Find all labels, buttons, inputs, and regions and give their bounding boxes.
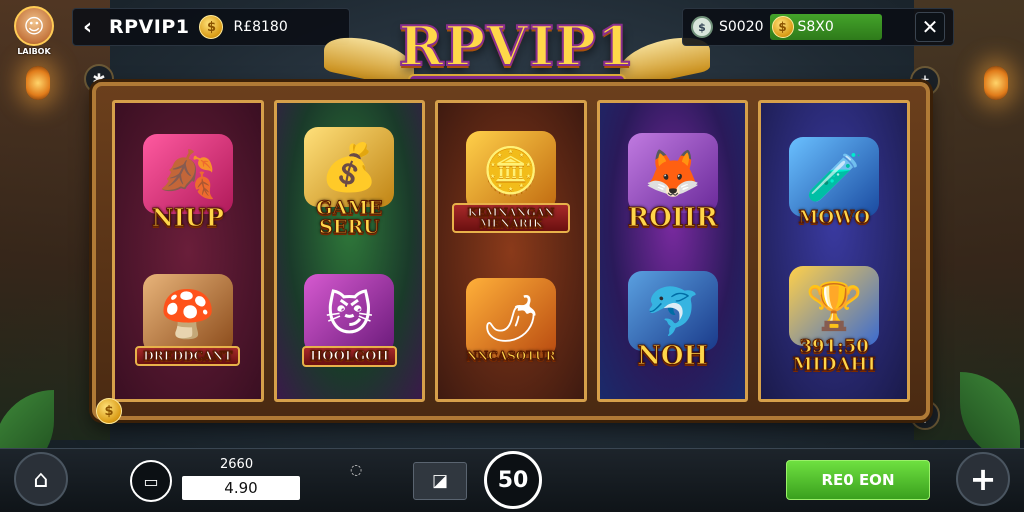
jackpot-symbol-icon: 🏆: [789, 266, 880, 346]
cash-icon: $: [691, 16, 713, 38]
player-avatar[interactable]: ☺ LAIBOK: [12, 6, 56, 62]
reel-symbol: 🍄 DREDDCANT: [129, 256, 247, 384]
leaf-symbol-icon: 🍂: [142, 134, 233, 214]
top-title-bar: ‹ RPVIP1 $ R£8180: [72, 8, 350, 46]
reel-4: 🦊 ROIIR 🐬 NOH: [596, 100, 749, 402]
bet-button[interactable]: ▭: [130, 460, 172, 502]
cash-value: S0020: [719, 19, 764, 35]
reel-symbol: 🪙 KEMNANGAN MENARIK: [451, 118, 570, 246]
symbol-label: KEMNANGAN MENARIK: [451, 203, 570, 233]
lines-button[interactable]: 50: [484, 451, 542, 509]
spin-button[interactable]: RE0 EON: [786, 460, 930, 500]
info-icon[interactable]: ◌: [350, 462, 362, 478]
lamp-right: [984, 66, 1008, 100]
coin-icon: $: [771, 16, 794, 38]
close-icon: ✕: [921, 15, 939, 39]
reel-symbol: 🍂 NIUP: [129, 118, 247, 246]
plus-icon: +: [969, 460, 997, 498]
autoplay-button[interactable]: ◪: [413, 462, 467, 500]
bet-value-field[interactable]: 4.90: [182, 476, 300, 500]
bet-icon: ▭: [143, 471, 159, 491]
coin-icon: $: [199, 15, 224, 39]
reels-grid: 🍂 NIUP 🍄 DREDDCANT 💰 GAME SERU 😼 HOOLGOH…: [112, 100, 910, 402]
chili-symbol-icon: 🌶: [465, 278, 556, 358]
reel-frame: 🍂 NIUP 🍄 DREDDCANT 💰 GAME SERU 😼 HOOLGOH…: [92, 82, 930, 420]
gold-coin-symbol-icon: 🪙: [465, 131, 556, 211]
reel-symbol: 😼 HOOLGOH: [290, 256, 408, 384]
reel-symbol: 💰 GAME SERU: [290, 118, 408, 246]
symbol-label: MOWO: [798, 207, 870, 228]
reel-symbol: 🦊 ROIIR: [614, 118, 732, 246]
home-icon: ⌂: [33, 465, 49, 493]
symbol-label: DREDDCANT: [135, 346, 241, 366]
avatar-name: LAIBOK: [17, 47, 51, 56]
frame-coin-icon: $: [96, 398, 122, 424]
reel-1: 🍂 NIUP 🍄 DREDDCANT: [112, 100, 264, 402]
lamp-left: [26, 66, 50, 100]
symbol-label: HOOLGOH: [302, 345, 397, 367]
reel-3: 🪙 KEMNANGAN MENARIK 🌶 NNCASOTUR: [435, 100, 587, 402]
chevron-left-icon[interactable]: ‹: [83, 15, 99, 40]
reel-2: 💰 GAME SERU 😼 HOOLGOH: [273, 100, 426, 402]
autoplay-icon: ◪: [431, 471, 449, 491]
top-wallet-bar: $ S0020 $ S8X0 ✕: [682, 8, 954, 46]
game-title: RPVIP1: [109, 16, 190, 38]
avatar-icon: ☺: [14, 6, 54, 46]
reel-symbol: 🏆 391:50 MIDAHI: [775, 256, 893, 384]
cat-symbol-icon: 😼: [304, 273, 395, 354]
symbol-label: NOH: [637, 341, 709, 371]
fox-symbol-icon: 🦊: [627, 133, 718, 213]
dolphin-symbol-icon: 🐬: [627, 271, 718, 351]
reel-symbol: 🌶 NNCASOTUR: [452, 256, 570, 384]
mushroom-symbol-icon: 🍄: [142, 274, 233, 354]
reel-5: 🧪 MOWO 🏆 391:50 MIDAHI: [758, 100, 910, 402]
gold-chest-symbol-icon: 💰: [304, 127, 395, 207]
logo-title: RPVIP1: [398, 13, 636, 79]
close-button[interactable]: ✕: [915, 12, 945, 42]
coin-value: S8X0: [797, 19, 834, 35]
symbol-label: ROIIR: [627, 203, 718, 233]
balance-value: R£8180: [233, 19, 288, 35]
potion-symbol-icon: 🧪: [789, 137, 880, 217]
bet-label: 2660: [220, 457, 254, 472]
symbol-label: NNCASOTUR: [466, 349, 556, 363]
symbol-label: 391:50 MIDAHI: [792, 336, 876, 375]
symbol-label: NIUP: [151, 203, 224, 232]
reel-symbol: 🧪 MOWO: [775, 118, 893, 246]
plus-button[interactable]: +: [956, 452, 1010, 506]
reel-symbol: 🐬 NOH: [614, 256, 732, 384]
symbol-label: GAME SERU: [316, 197, 383, 238]
home-button[interactable]: ⌂: [14, 452, 68, 506]
coin-balance-pill[interactable]: $ S8X0: [769, 14, 882, 40]
